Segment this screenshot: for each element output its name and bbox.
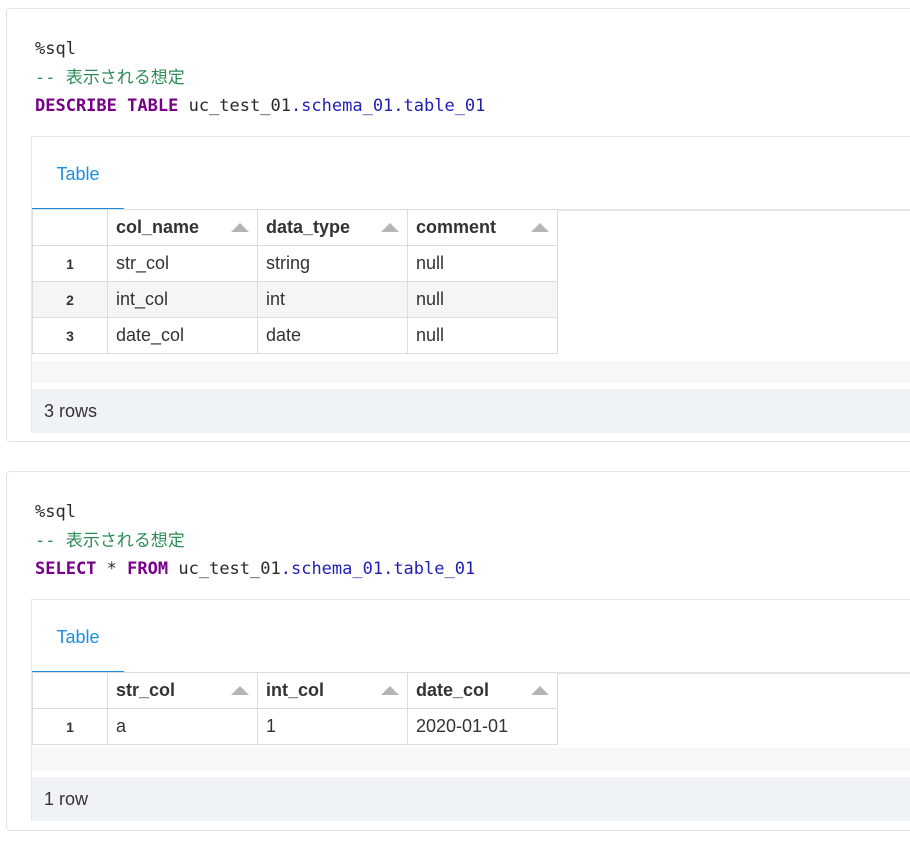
sql-keyword: DESCRIBE (35, 96, 117, 116)
notebook-cell-2[interactable]: %sql -- 表示される想定 SELECT * FROM uc_test_01… (6, 471, 910, 831)
column-header[interactable]: data_type (257, 209, 408, 246)
catalog-name: uc_test_01 (188, 96, 291, 116)
schema-table-name: .schema_01.table_01 (280, 559, 476, 579)
code-comment: -- 表示される想定 (35, 67, 185, 88)
magic-command: %sql (35, 502, 76, 522)
index-header (32, 672, 108, 709)
column-header-label: date_col (416, 680, 490, 700)
table-row: 3 date_col date null (32, 317, 558, 354)
sql-star: * (106, 559, 117, 579)
row-count-footer: 1 row (32, 777, 910, 821)
table-cell: int_col (107, 281, 258, 318)
tab-table[interactable]: Table (32, 139, 124, 211)
column-header-label: data_type (266, 217, 351, 237)
column-header[interactable]: int_col (257, 672, 408, 709)
table-cell: date (257, 317, 408, 354)
column-header-label: col_name (116, 217, 200, 237)
table-scroll-area (32, 748, 910, 770)
result-panel-1: Table col_name data_type comment 1 str_c… (31, 136, 910, 433)
sort-icon[interactable] (381, 686, 399, 695)
row-index: 2 (32, 281, 108, 318)
sql-keyword: TABLE (127, 96, 179, 116)
sort-icon[interactable] (531, 223, 549, 232)
result-tab-bar: Table (32, 137, 910, 211)
column-header[interactable]: str_col (107, 672, 258, 709)
result-table: col_name data_type comment 1 str_col str… (32, 209, 558, 354)
row-count-footer: 3 rows (32, 389, 910, 433)
result-table: str_col int_col date_col 1 a 1 2020-01-0… (32, 672, 558, 745)
table-cell: null (407, 245, 558, 282)
table-header-row: col_name data_type comment (32, 209, 558, 246)
table-row: 1 str_col string null (32, 245, 558, 282)
code-editor-2[interactable]: %sql -- 表示される想定 SELECT * FROM uc_test_01… (35, 498, 475, 584)
table-cell: date_col (107, 317, 258, 354)
row-index: 1 (32, 708, 108, 745)
sort-icon[interactable] (231, 686, 249, 695)
column-header[interactable]: date_col (407, 672, 558, 709)
row-index: 3 (32, 317, 108, 354)
table-header-row: str_col int_col date_col (32, 672, 558, 709)
table-cell: null (407, 281, 558, 318)
sql-keyword: SELECT (35, 559, 97, 579)
tab-table[interactable]: Table (32, 602, 124, 674)
table-cell: str_col (107, 245, 258, 282)
catalog-name: uc_test_01 (178, 559, 281, 579)
table-scroll-area (32, 361, 910, 383)
index-header (32, 209, 108, 246)
table-cell: 2020-01-01 (407, 708, 558, 745)
row-index: 1 (32, 245, 108, 282)
table-cell: 1 (257, 708, 408, 745)
sort-icon[interactable] (531, 686, 549, 695)
notebook-cell-1[interactable]: %sql -- 表示される想定 DESCRIBE TABLE uc_test_0… (6, 8, 910, 442)
result-panel-2: Table str_col int_col date_col 1 a 1 202… (31, 599, 910, 821)
result-tab-bar: Table (32, 600, 910, 674)
column-header-label: comment (416, 217, 497, 237)
table-row: 1 a 1 2020-01-01 (32, 708, 558, 745)
table-cell: string (257, 245, 408, 282)
table-cell: null (407, 317, 558, 354)
column-header-label: str_col (116, 680, 176, 700)
sort-icon[interactable] (381, 223, 399, 232)
schema-table-name: .schema_01.table_01 (290, 96, 486, 116)
sort-icon[interactable] (231, 223, 249, 232)
column-header[interactable]: comment (407, 209, 558, 246)
table-cell: a (107, 708, 258, 745)
column-header[interactable]: col_name (107, 209, 258, 246)
magic-command: %sql (35, 39, 76, 59)
code-comment: -- 表示される想定 (35, 530, 185, 551)
code-editor-1[interactable]: %sql -- 表示される想定 DESCRIBE TABLE uc_test_0… (35, 35, 485, 121)
sql-keyword: FROM (127, 559, 169, 579)
table-row: 2 int_col int null (32, 281, 558, 318)
table-cell: int (257, 281, 408, 318)
column-header-label: int_col (266, 680, 325, 700)
